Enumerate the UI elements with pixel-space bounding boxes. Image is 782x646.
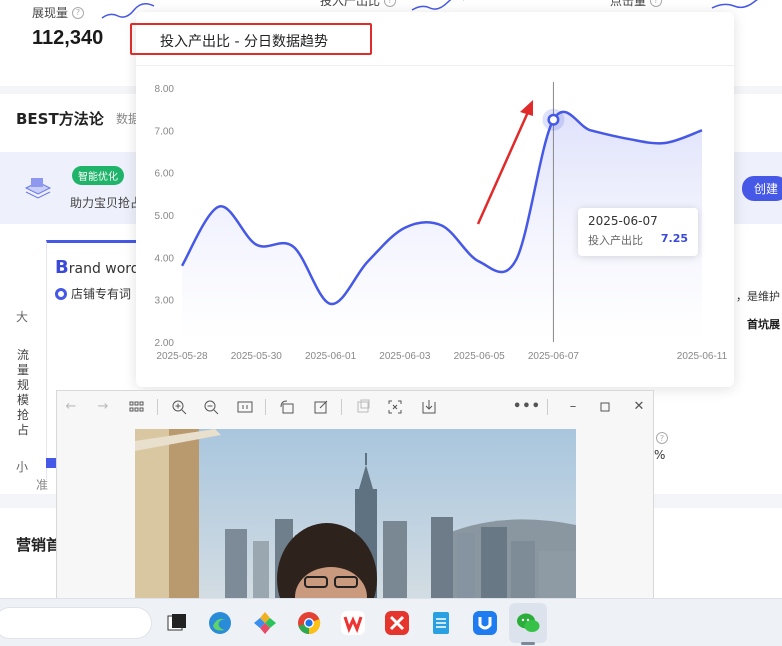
x-tick-label: 2025-06-11	[677, 351, 728, 362]
y-tick-label: 7.00	[155, 126, 175, 137]
fullscreen-icon[interactable]	[387, 399, 403, 415]
metric-roi: 投入产出比?	[320, 0, 397, 9]
right-percent: %	[654, 448, 666, 462]
back-arrow-icon[interactable]: ←	[63, 399, 79, 415]
crop-icon[interactable]	[355, 399, 371, 415]
store-exclusive-radio[interactable]: 店铺专有词	[55, 285, 131, 302]
create-button[interactable]: 创建	[741, 176, 782, 201]
tooltip-date: 2025-06-07	[588, 214, 658, 228]
smart-optimize-badge: 智能优化	[72, 166, 124, 185]
scale-marker	[46, 458, 56, 468]
metric-clicks: 点击量?	[610, 0, 663, 9]
help-icon[interactable]: ?	[656, 432, 668, 444]
store-exclusive-label: 店铺专有词	[71, 287, 132, 301]
x-tick-label: 2025-06-05	[454, 351, 506, 362]
smart-optimize-text: 助力宝贝抢占	[70, 196, 143, 210]
help-icon[interactable]: ?	[72, 6, 85, 19]
y-tick-label: 6.00	[155, 169, 175, 180]
y-tick-label: 2.00	[155, 338, 175, 349]
metric-impressions-value: 112,340	[32, 27, 104, 49]
forward-arrow-icon[interactable]: →	[95, 399, 111, 415]
actual-size-icon[interactable]	[237, 399, 253, 415]
best-title: BEST方法论	[16, 110, 104, 128]
save-icon[interactable]	[421, 399, 437, 415]
popup-title: 投入产出比 - 分日数据趋势	[130, 23, 372, 55]
metric-roi-label: 投入产出比	[320, 0, 381, 8]
precision-label: 准	[36, 478, 49, 492]
stack-icon	[24, 178, 52, 199]
edit-icon[interactable]	[313, 399, 329, 415]
toolbar-divider	[157, 399, 158, 415]
popup-header: 投入产出比 - 分日数据趋势	[130, 12, 734, 66]
right-note-text: ，是维护	[736, 290, 780, 303]
notepad-icon[interactable]	[428, 610, 454, 636]
close-icon[interactable]: ✕	[631, 399, 647, 415]
brand-word-title: Brand word	[55, 257, 140, 278]
axis-bottom-label: 小	[16, 460, 29, 474]
metric-impressions-label: 展现量	[32, 6, 69, 20]
uu-booster-icon[interactable]	[472, 610, 498, 636]
windows-taskbar	[0, 598, 782, 646]
red-annotation-arrow	[476, 100, 533, 225]
metric-impressions: 展现量? 112,340	[32, 4, 103, 50]
edge-icon[interactable]	[207, 610, 233, 636]
marketing-title: 营销首	[16, 536, 62, 554]
toolbar-divider	[547, 399, 548, 415]
zoom-out-icon[interactable]	[203, 399, 219, 415]
x-tick-label: 2025-06-01	[305, 351, 357, 362]
active-app-indicator	[521, 642, 535, 645]
tooltip-value: 7.25	[660, 232, 688, 245]
y-tick-label: 5.00	[155, 211, 175, 222]
minimize-icon[interactable]: –	[565, 399, 581, 415]
chrome-icon[interactable]	[296, 610, 322, 636]
tooltip-label: 投入产出比	[588, 234, 643, 247]
axis-top-label: 大	[16, 310, 29, 324]
y-tick-label: 3.00	[155, 296, 175, 307]
wps-icon[interactable]	[340, 610, 366, 636]
toolbar-divider	[341, 399, 342, 415]
viewer-toolbar: ← → ••• – ✕	[57, 391, 653, 423]
taskbar-search-box[interactable]	[0, 607, 152, 639]
y-tick-label: 8.00	[155, 84, 175, 95]
metric-clicks-label: 点击量	[610, 0, 647, 8]
grid-view-icon[interactable]	[129, 399, 145, 415]
rotate-icon[interactable]	[279, 399, 295, 415]
x-tick-label: 2025-05-30	[231, 351, 283, 362]
x-tick-label: 2025-06-03	[379, 351, 431, 362]
more-icon[interactable]: •••	[513, 399, 540, 415]
y-tick-label: 4.00	[155, 253, 175, 264]
x-tick-label: 2025-06-07	[528, 351, 580, 362]
xmind-icon[interactable]	[384, 610, 410, 636]
highlight-point	[547, 114, 559, 126]
toolbar-divider	[265, 399, 266, 415]
help-icon[interactable]: ?	[384, 0, 397, 7]
axis-caption: 流量规模抢占	[16, 348, 29, 437]
city-skyline-photo	[135, 429, 576, 603]
right-note-bold: 首坑展	[747, 318, 780, 331]
maximize-icon[interactable]	[597, 399, 613, 415]
chart-tooltip: 2025-06-07 投入产出比 7.25	[578, 208, 698, 256]
help-icon[interactable]: ?	[650, 0, 663, 7]
radio-selected-icon	[55, 287, 67, 300]
wechat-icon[interactable]	[515, 610, 541, 636]
colorful-app-icon[interactable]	[252, 610, 278, 636]
zoom-in-icon[interactable]	[171, 399, 187, 415]
x-tick-label: 2025-05-28	[156, 351, 208, 362]
task-view-icon[interactable]	[164, 610, 190, 636]
roi-trend-popup: 投入产出比 - 分日数据趋势 8.00 7.00 6.00 5.00 4.00 3.00 2…	[130, 12, 734, 387]
image-viewer-window: ← → ••• – ✕	[56, 390, 654, 603]
